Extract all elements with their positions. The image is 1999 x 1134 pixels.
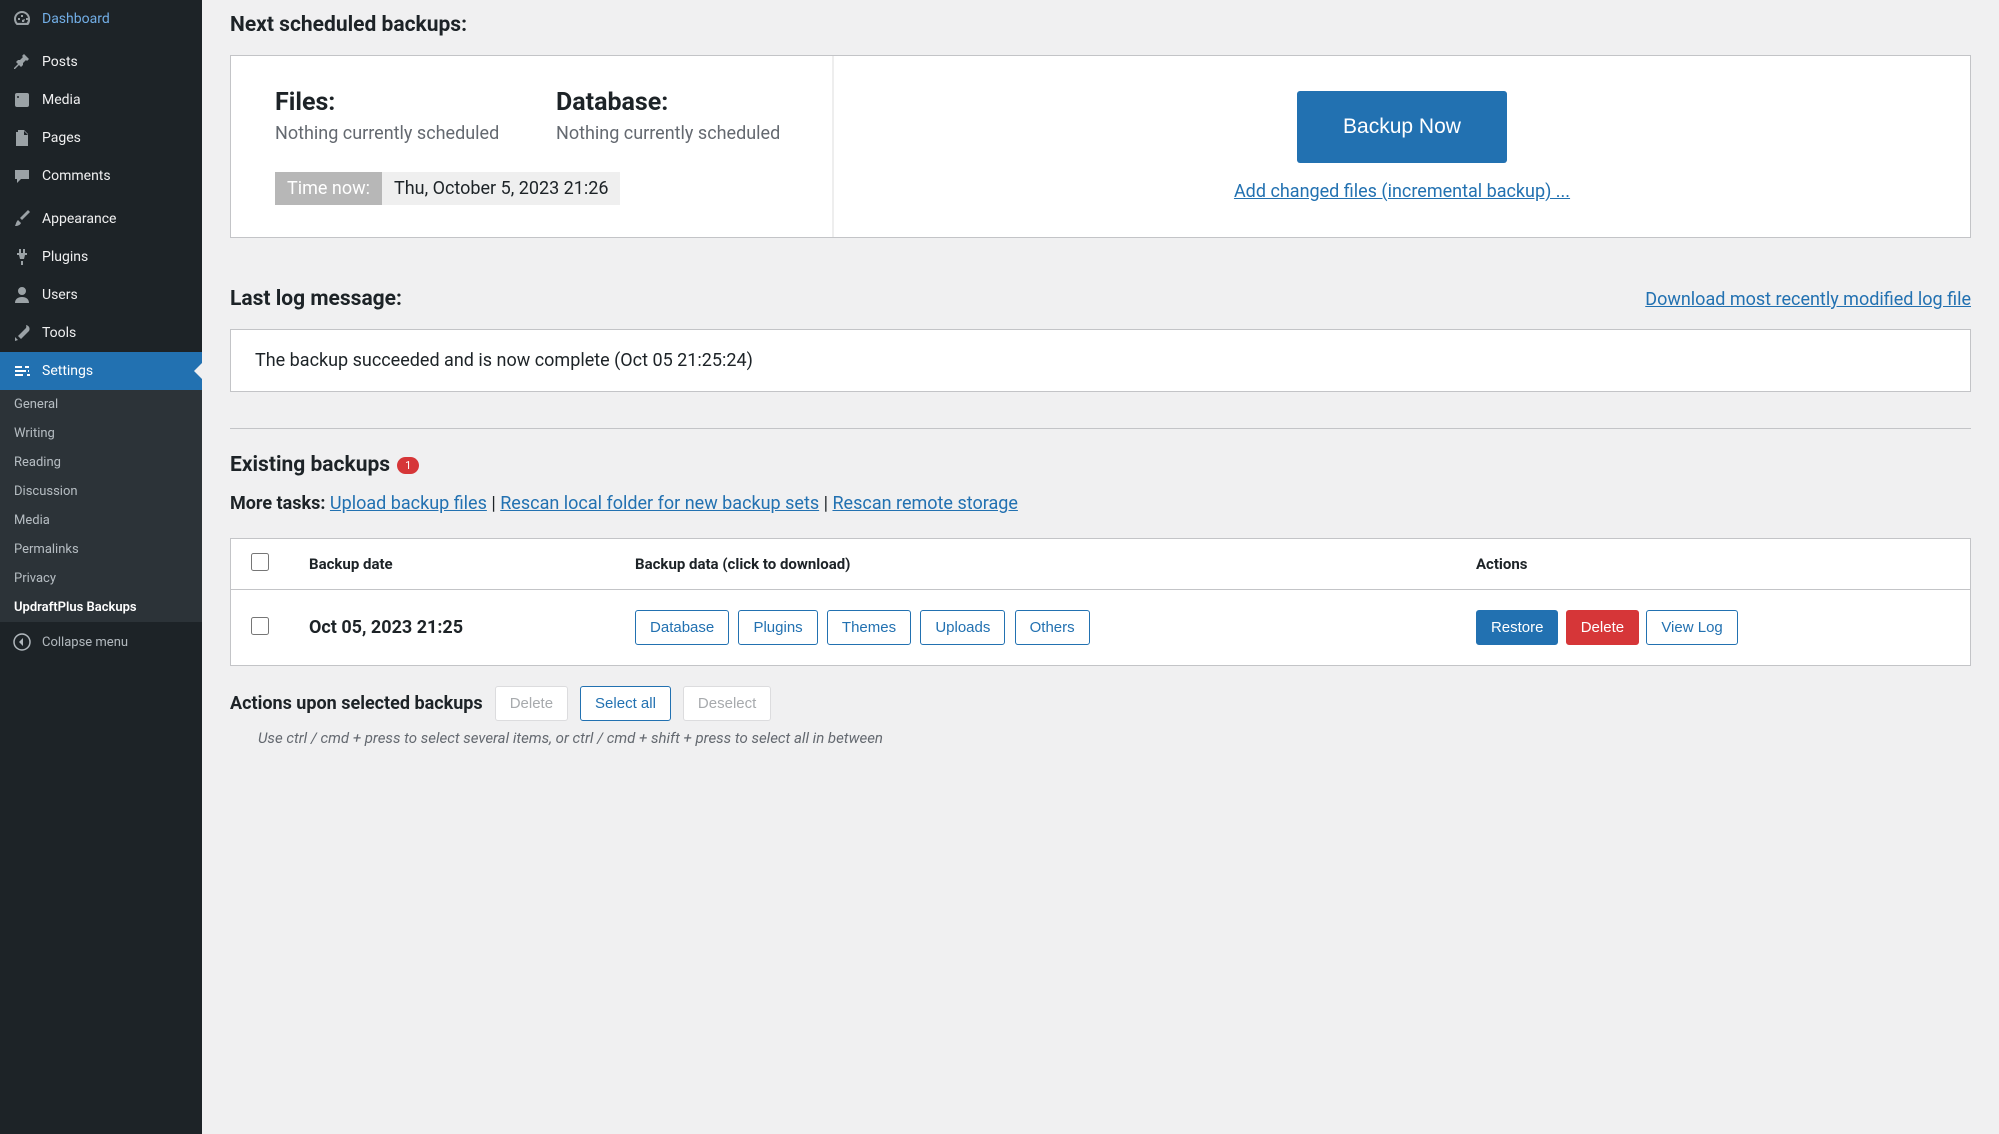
submenu-general[interactable]: General <box>0 390 202 419</box>
sidebar-item-settings[interactable]: Settings <box>0 352 202 390</box>
files-status: Nothing currently scheduled <box>275 123 511 144</box>
incremental-backup-link[interactable]: Add changed files (incremental backup) .… <box>1234 181 1570 202</box>
table-header-actions: Actions <box>1456 539 1971 590</box>
sidebar-label: Appearance <box>42 211 116 227</box>
data-others-button[interactable]: Others <box>1015 610 1090 645</box>
submenu-permalinks[interactable]: Permalinks <box>0 535 202 564</box>
sidebar-label: Media <box>42 92 81 108</box>
backup-actions: Backup Now Add changed files (incrementa… <box>834 56 1970 237</box>
collapse-icon <box>12 632 32 652</box>
time-now-label: Time now: <box>275 172 382 205</box>
restore-button[interactable]: Restore <box>1476 610 1559 645</box>
more-tasks-row: More tasks: Upload backup files | Rescan… <box>230 493 1971 514</box>
download-log-link[interactable]: Download most recently modified log file <box>1645 289 1971 310</box>
sidebar-label: Comments <box>42 168 111 184</box>
bulk-hint: Use ctrl / cmd + press to select several… <box>230 729 1971 747</box>
backups-table: Backup date Backup data (click to downlo… <box>230 538 1971 666</box>
rescan-local-link[interactable]: Rescan local folder for new backup sets <box>500 493 819 514</box>
backup-date: Oct 05, 2023 21:25 <box>289 590 615 666</box>
rescan-remote-link[interactable]: Rescan remote storage <box>832 493 1017 514</box>
plug-icon <box>12 247 32 267</box>
collapse-menu-label: Collapse menu <box>42 635 128 650</box>
sidebar-label: Plugins <box>42 249 88 265</box>
existing-heading-text: Existing backups <box>230 453 390 477</box>
data-themes-button[interactable]: Themes <box>827 610 911 645</box>
sidebar-item-media[interactable]: Media <box>0 81 202 119</box>
collapse-menu-button[interactable]: Collapse menu <box>0 622 202 662</box>
sidebar-label: Users <box>42 287 78 303</box>
sidebar-label: Tools <box>42 325 76 341</box>
pin-icon <box>12 52 32 72</box>
paintbrush-icon <box>12 209 32 229</box>
bulk-delete-button[interactable]: Delete <box>495 686 568 721</box>
wrench-icon <box>12 323 32 343</box>
admin-sidebar: Dashboard Posts Media Pages Comments App… <box>0 0 202 1134</box>
media-icon <box>12 90 32 110</box>
select-all-checkbox[interactable] <box>251 553 269 571</box>
submenu-discussion[interactable]: Discussion <box>0 477 202 506</box>
submenu-writing[interactable]: Writing <box>0 419 202 448</box>
last-log-heading: Last log message: <box>230 287 402 311</box>
sidebar-label: Dashboard <box>42 11 110 27</box>
data-plugins-button[interactable]: Plugins <box>738 610 817 645</box>
time-now-row: Time now: Thu, October 5, 2023 21:26 <box>275 172 620 205</box>
backup-data-cell: Database Plugins Themes Uploads Others <box>615 590 1456 666</box>
view-log-button[interactable]: View Log <box>1646 610 1737 645</box>
table-header-checkbox <box>231 539 290 590</box>
submenu-privacy[interactable]: Privacy <box>0 564 202 593</box>
database-label: Database: <box>556 88 792 117</box>
table-header-date: Backup date <box>289 539 615 590</box>
backup-now-button[interactable]: Backup Now <box>1297 91 1507 163</box>
next-scheduled-heading: Next scheduled backups: <box>230 13 1971 37</box>
table-header-data: Backup data (click to download) <box>615 539 1456 590</box>
table-row: Oct 05, 2023 21:25 Database Plugins Them… <box>231 590 1971 666</box>
sliders-icon <box>12 361 32 381</box>
sidebar-item-appearance[interactable]: Appearance <box>0 200 202 238</box>
bulk-actions-row: Actions upon selected backups Delete Sel… <box>230 686 1971 721</box>
more-tasks-label: More tasks: <box>230 493 325 514</box>
data-database-button[interactable]: Database <box>635 610 729 645</box>
comment-icon <box>12 166 32 186</box>
log-message: The backup succeeded and is now complete… <box>230 329 1971 392</box>
time-now-value: Thu, October 5, 2023 21:26 <box>382 172 620 205</box>
sidebar-label: Pages <box>42 130 81 146</box>
bulk-deselect-button[interactable]: Deselect <box>683 686 771 721</box>
bulk-actions-label: Actions upon selected backups <box>230 693 483 714</box>
settings-submenu: General Writing Reading Discussion Media… <box>0 390 202 622</box>
database-status: Nothing currently scheduled <box>556 123 792 144</box>
user-icon <box>12 285 32 305</box>
main-content: Next scheduled backups: Files: Nothing c… <box>202 0 1999 1134</box>
submenu-media[interactable]: Media <box>0 506 202 535</box>
sidebar-item-plugins[interactable]: Plugins <box>0 238 202 276</box>
sidebar-item-pages[interactable]: Pages <box>0 119 202 157</box>
divider <box>230 428 1971 429</box>
sidebar-item-posts[interactable]: Posts <box>0 43 202 81</box>
sidebar-item-comments[interactable]: Comments <box>0 157 202 195</box>
existing-backups-heading: Existing backups 1 <box>230 453 1971 477</box>
files-label: Files: <box>275 88 511 117</box>
dashboard-icon <box>12 9 32 29</box>
actions-cell: Restore Delete View Log <box>1456 590 1971 666</box>
submenu-reading[interactable]: Reading <box>0 448 202 477</box>
sidebar-item-tools[interactable]: Tools <box>0 314 202 352</box>
schedule-info: Files: Nothing currently scheduled Datab… <box>231 56 834 237</box>
data-uploads-button[interactable]: Uploads <box>920 610 1005 645</box>
existing-count-badge: 1 <box>397 457 419 474</box>
submenu-updraftplus[interactable]: UpdraftPlus Backups <box>0 593 202 622</box>
page-icon <box>12 128 32 148</box>
schedule-panel: Files: Nothing currently scheduled Datab… <box>230 55 1971 238</box>
upload-backup-link[interactable]: Upload backup files <box>330 493 487 514</box>
sidebar-label: Settings <box>42 363 93 379</box>
bulk-select-all-button[interactable]: Select all <box>580 686 671 721</box>
row-checkbox[interactable] <box>251 617 269 635</box>
delete-button[interactable]: Delete <box>1566 610 1639 645</box>
sidebar-label: Posts <box>42 54 78 70</box>
sidebar-item-users[interactable]: Users <box>0 276 202 314</box>
sidebar-item-dashboard[interactable]: Dashboard <box>0 0 202 38</box>
